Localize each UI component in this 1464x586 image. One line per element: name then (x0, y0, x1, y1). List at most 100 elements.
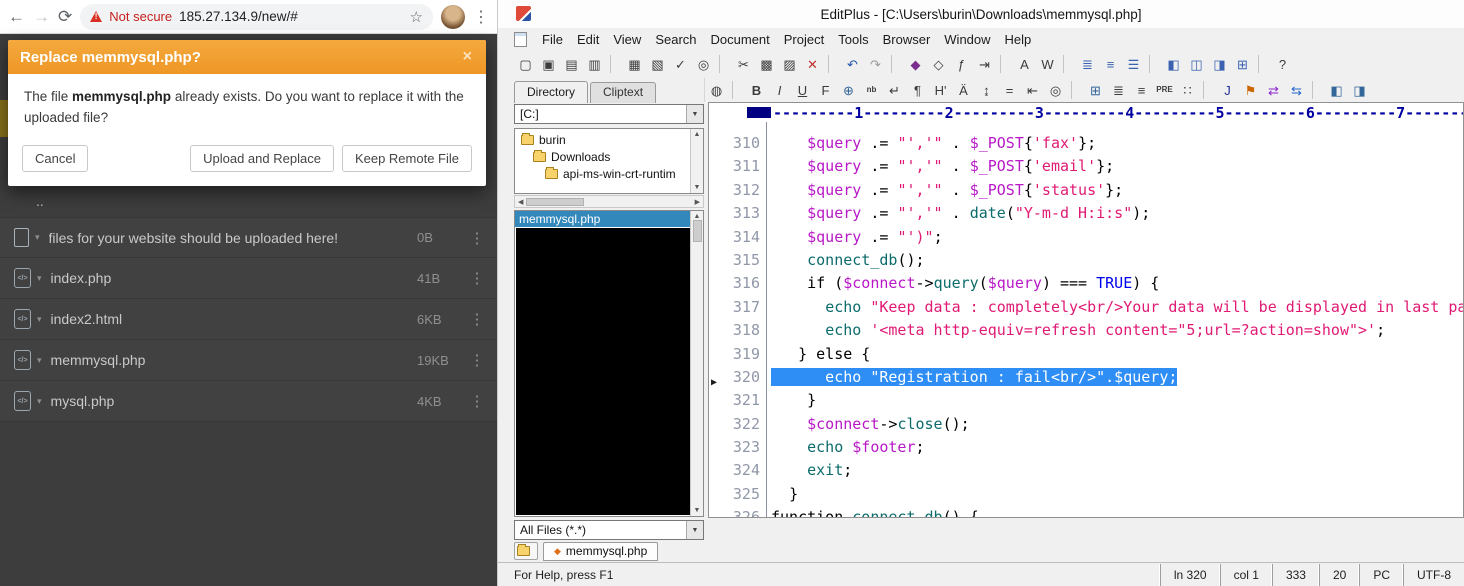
horizontal-rule-button[interactable]: = (998, 79, 1021, 101)
scrollbar-thumb[interactable] (526, 198, 584, 206)
show-whitespace-button[interactable]: ≣ (1076, 53, 1099, 75)
row-menu-icon[interactable]: ⋮ (465, 229, 489, 247)
toggle-bookmark-button[interactable]: ◆ (904, 53, 927, 75)
menu-document[interactable]: Document (704, 30, 777, 49)
align-center-button[interactable]: ≡ (1130, 79, 1153, 101)
save-button[interactable]: ▤ (560, 53, 583, 75)
scroll-up-icon[interactable]: ▲ (694, 131, 701, 138)
menu-edit[interactable]: Edit (570, 30, 606, 49)
expand-caret-icon[interactable]: ▾ (37, 355, 42, 366)
file-name[interactable]: mysql.php (51, 393, 417, 409)
context-help-button[interactable]: ? (1271, 53, 1294, 75)
not-secure-label[interactable]: Not secure (109, 9, 172, 24)
split-horizontal-button[interactable]: ◧ (1325, 79, 1348, 101)
menu-search[interactable]: Search (648, 30, 703, 49)
row-menu-icon[interactable]: ⋮ (465, 392, 489, 410)
font-color-button[interactable]: F (814, 79, 837, 101)
tab-marker-button[interactable]: ⇤ (1021, 79, 1044, 101)
row-menu-icon[interactable]: ⋮ (465, 351, 489, 369)
file-name[interactable]: index2.html (51, 311, 417, 327)
menu-view[interactable]: View (606, 30, 648, 49)
expand-caret-icon[interactable]: ▾ (37, 273, 42, 284)
javascript-doc-button[interactable]: J (1216, 79, 1239, 101)
underline-button[interactable]: U (791, 79, 814, 101)
menu-tools[interactable]: Tools (831, 30, 875, 49)
font-button[interactable]: A (1013, 53, 1036, 75)
go-to-line-button[interactable]: ◇ (927, 53, 950, 75)
file-row[interactable]: ▾mysql.php4KB⋮ (0, 381, 497, 422)
directory-toggle-button[interactable] (514, 542, 538, 560)
split-vertical-button[interactable]: ◨ (1348, 79, 1371, 101)
drive-dropdown-icon[interactable]: ▼ (686, 105, 703, 123)
scroll-up-icon[interactable]: ▲ (694, 213, 701, 220)
cut-button[interactable]: ✂ (732, 53, 755, 75)
tree-item-downloads[interactable]: Downloads (517, 148, 689, 165)
menu-browser[interactable]: Browser (876, 30, 938, 49)
file-row[interactable]: ▾files for your website should be upload… (0, 217, 497, 258)
code-editor[interactable]: ---------1---------2---------3---------4… (708, 102, 1464, 518)
code-lines[interactable]: $query .= "','" . $_POST{'fax'}; $query … (767, 122, 1463, 517)
word-wrap-button[interactable]: W (1036, 53, 1059, 75)
bookmark-star-icon[interactable]: ☆ (410, 8, 423, 26)
row-menu-icon[interactable]: ⋮ (465, 310, 489, 328)
align-justify-button[interactable]: ≣ (1107, 79, 1130, 101)
compare-button[interactable]: ⇆ (1285, 79, 1308, 101)
print-button[interactable]: ▦ (623, 53, 646, 75)
target-button[interactable]: ◎ (1044, 79, 1067, 101)
open-file-button[interactable]: ▣ (537, 53, 560, 75)
menu-window[interactable]: Window (937, 30, 997, 49)
window-split-button[interactable]: ⊞ (1231, 53, 1254, 75)
back-icon[interactable]: ← (8, 8, 25, 25)
window-cascade-button[interactable]: ◧ (1162, 53, 1185, 75)
insert-table-button[interactable]: ⊞ (1084, 79, 1107, 101)
special-character-button[interactable]: Ä (952, 79, 975, 101)
file-name[interactable]: memmysql.php (51, 352, 417, 368)
paste-button[interactable]: ▨ (778, 53, 801, 75)
scroll-right-icon[interactable]: ▶ (695, 198, 700, 206)
tab-directory[interactable]: Directory (514, 81, 588, 103)
italic-button[interactable]: I (768, 79, 791, 101)
non-breaking-space-button[interactable]: nb (860, 79, 883, 101)
file-row[interactable]: ▾memmysql.php19KB⋮ (0, 340, 497, 381)
paragraph-button[interactable]: ¶ (906, 79, 929, 101)
filter-dropdown-icon[interactable]: ▼ (686, 521, 703, 539)
close-icon[interactable]: × (461, 48, 474, 66)
cancel-button[interactable]: Cancel (22, 145, 88, 172)
indent-button[interactable]: ⇥ (973, 53, 996, 75)
selected-file-item[interactable]: memmysql.php (515, 211, 690, 227)
bullet-list-button[interactable]: ∷ (1176, 79, 1199, 101)
scroll-down-icon[interactable]: ▼ (694, 507, 701, 514)
browser-preview-button[interactable]: ⊕ (837, 79, 860, 101)
refresh-icon[interactable]: ⟳ (58, 8, 72, 25)
save-all-button[interactable]: ▥ (583, 53, 606, 75)
tree-horizontal-scrollbar[interactable]: ◀ ▶ (514, 195, 704, 208)
expand-caret-icon[interactable]: ▾ (37, 314, 42, 325)
file-name[interactable]: files for your website should be uploade… (49, 230, 417, 246)
window-tile-vertical-button[interactable]: ◨ (1208, 53, 1231, 75)
copy-button[interactable]: ▩ (755, 53, 778, 75)
filelist-vertical-scrollbar[interactable]: ▲▼ (690, 211, 703, 516)
publish-button[interactable]: ⚑ (1239, 79, 1262, 101)
spell-check-button[interactable]: ✓ (669, 53, 692, 75)
file-name[interactable]: index.php (51, 270, 417, 286)
not-secure-warning-icon[interactable] (90, 11, 102, 22)
sync-button[interactable]: ⇄ (1262, 79, 1285, 101)
file-row[interactable]: ▾index.php41B⋮ (0, 258, 497, 299)
find-text-button[interactable]: ◍ (705, 79, 728, 101)
menu-file[interactable]: File (535, 30, 570, 49)
upload-and-replace-button[interactable]: Upload and Replace (190, 145, 334, 172)
scroll-down-icon[interactable]: ▼ (694, 184, 701, 191)
anchor-button[interactable]: ↨ (975, 79, 998, 101)
file-row[interactable]: ▾index2.html6KB⋮ (0, 299, 497, 340)
redo-button[interactable]: ↷ (864, 53, 887, 75)
tree-vertical-scrollbar[interactable]: ▲▼ (690, 129, 703, 193)
line-break-button[interactable]: ↵ (883, 79, 906, 101)
new-document-button[interactable]: ▢ (514, 53, 537, 75)
menu-help[interactable]: Help (998, 30, 1039, 49)
undo-button[interactable]: ↶ (841, 53, 864, 75)
profile-avatar[interactable] (441, 5, 465, 29)
window-tile-horizontal-button[interactable]: ◫ (1185, 53, 1208, 75)
code-area[interactable]: 310311312313314315316317318319320▶321322… (709, 122, 1463, 517)
document-tab[interactable]: ◆ memmysql.php (543, 542, 658, 561)
url-text[interactable]: 185.27.134.9/new/# (179, 9, 402, 24)
